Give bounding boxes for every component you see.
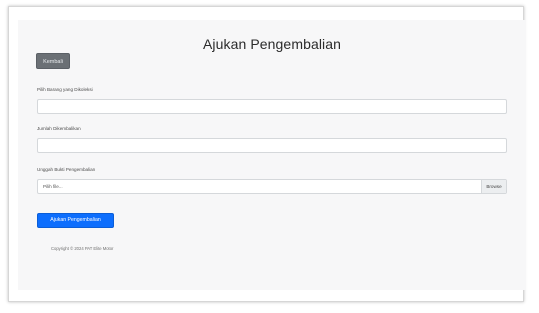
file-input[interactable]: Pilih file... Browse	[37, 179, 507, 194]
item-field-label: Pilih Barang yang Dikoleksi	[37, 87, 93, 92]
item-input[interactable]	[37, 99, 507, 114]
browse-button[interactable]: Browse	[481, 180, 506, 193]
copyright-text: Copyright © 2024 PAT Elite Motor	[51, 246, 114, 251]
proof-field-label: Unggah Bukti Pengembalian	[37, 167, 96, 172]
back-button[interactable]: Kembali	[36, 53, 70, 69]
amount-input[interactable]	[37, 138, 507, 153]
page-title: Ajukan Pengembalian	[202, 36, 342, 52]
submit-return-button[interactable]: Ajukan Pengembalian	[37, 213, 114, 228]
amount-field-label: Jumlah Dikembalikan	[37, 126, 81, 131]
form-card: Ajukan Pengembalian Kembali Pilih Barang…	[18, 20, 526, 290]
file-placeholder: Pilih file...	[43, 184, 63, 189]
